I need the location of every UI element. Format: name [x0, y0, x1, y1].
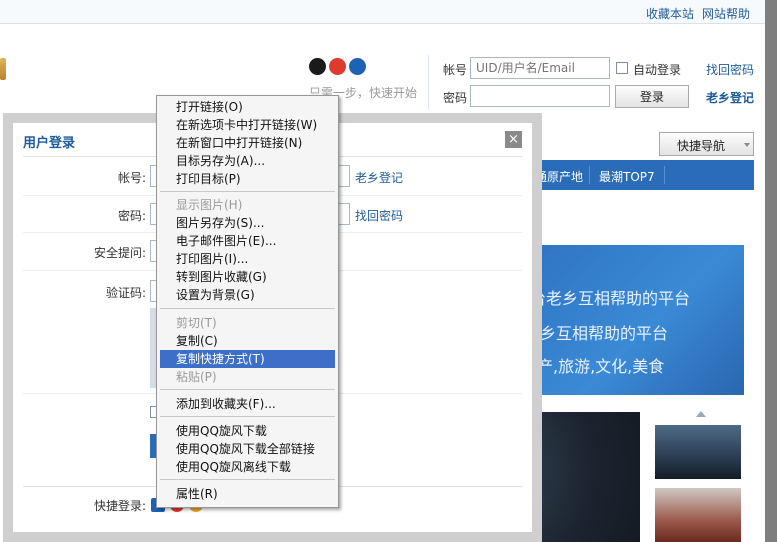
menu-item-qq-download-all[interactable]: 使用QQ旋风下载全部链接	[160, 440, 335, 458]
auto-login-checkbox[interactable]	[616, 62, 628, 74]
header-laoxiang-login-link[interactable]: 老乡登记	[706, 89, 754, 106]
thumbnail-photo[interactable]	[655, 425, 741, 479]
renren-icon[interactable]	[349, 58, 366, 75]
chevron-down-icon	[744, 143, 750, 147]
qq-icon[interactable]	[309, 58, 326, 75]
menu-item-cut: 剪切(T)	[176, 316, 217, 330]
menu-item-copy[interactable]: 复制(C)	[160, 332, 335, 350]
bookmark-site-link[interactable]: 收藏本站	[646, 5, 694, 22]
menu-item-open-link[interactable]: 打开链接(O)	[160, 98, 335, 116]
header-account-label: 帐号	[443, 63, 468, 77]
logo-fragment	[0, 58, 6, 80]
scroll-up-icon[interactable]	[696, 411, 706, 417]
menu-item-set-background[interactable]: 设置为背景(G)	[160, 286, 335, 304]
banner-line-1: 台老乡互相帮助的平台	[530, 289, 691, 308]
menu-item-properties[interactable]: 属性(R)	[160, 485, 335, 503]
menu-item-open-new-window[interactable]: 在新窗口中打开链接(N)	[160, 134, 335, 152]
nav-separator	[664, 166, 665, 184]
weibo-icon[interactable]	[329, 58, 346, 75]
menu-item-print-target[interactable]: 打印目标(P)	[160, 170, 335, 188]
dialog-security-label: 安全提问:	[93, 246, 146, 260]
quick-nav-button[interactable]: 快捷导航	[659, 132, 754, 156]
menu-item-go-to-pictures[interactable]: 转到图片收藏(G)	[160, 268, 335, 286]
menu-separator	[160, 479, 335, 480]
menu-separator	[160, 308, 335, 309]
header-divider	[428, 55, 429, 110]
dialog-captcha-label: 验证码:	[105, 286, 146, 300]
header-password-input[interactable]	[470, 85, 610, 107]
auto-login-label: 自动登录	[633, 63, 682, 77]
header-password-label: 密码	[443, 91, 468, 105]
dialog-laoxiang-login-link[interactable]: 老乡登记	[355, 169, 403, 186]
header-retrieve-password-link[interactable]: 找回密码	[706, 61, 754, 78]
menu-item-email-picture[interactable]: 电子邮件图片(E)...	[160, 232, 335, 250]
menu-item-save-target[interactable]: 目标另存为(A)...	[160, 152, 335, 170]
header-account-input[interactable]	[470, 57, 610, 79]
nav-separator	[589, 166, 590, 184]
close-icon[interactable]: ×	[505, 131, 522, 148]
quick-nav-label: 快捷导航	[677, 139, 726, 153]
window-edge	[765, 0, 777, 542]
quick-login-label: 快捷登录:	[93, 499, 146, 513]
menu-item-print-picture[interactable]: 打印图片(I)...	[160, 250, 335, 268]
header-login-button[interactable]: 登录	[615, 85, 689, 108]
menu-item-show-picture: 显示图片(H)	[176, 198, 243, 212]
menu-separator	[160, 389, 335, 390]
nav-item-top7[interactable]: 最潮TOP7	[599, 168, 655, 185]
menu-separator	[160, 416, 335, 417]
menu-item-save-picture[interactable]: 图片另存为(S)...	[160, 214, 335, 232]
menu-separator	[160, 191, 335, 192]
nav-item-origin[interactable]: 通原产地	[535, 168, 583, 185]
menu-item-open-new-tab[interactable]: 在新选项卡中打开链接(W)	[160, 116, 335, 134]
site-help-link[interactable]: 网站帮助	[702, 5, 750, 22]
banner-line-2: 乡互相帮助的平台	[540, 324, 669, 343]
menu-item-qq-download[interactable]: 使用QQ旋风下载	[160, 422, 335, 440]
dialog-retrieve-password-link[interactable]: 找回密码	[355, 207, 403, 224]
dialog-password-label: 密码:	[117, 209, 146, 223]
banner-line-3: 产,旅游,文化,美食	[537, 357, 665, 376]
menu-item-add-to-favorites[interactable]: 添加到收藏夹(F)...	[160, 395, 335, 413]
dialog-title: 用户登录	[23, 136, 76, 151]
context-menu: 打开链接(O) 在新选项卡中打开链接(W) 在新窗口中打开链接(N) 目标另存为…	[156, 95, 339, 508]
thumbnail-photo[interactable]	[655, 488, 741, 542]
menu-item-copy-shortcut[interactable]: 复制快捷方式(T)	[160, 350, 335, 368]
menu-item-paste: 粘贴(P)	[176, 370, 217, 384]
dialog-account-label: 帐号:	[117, 171, 146, 185]
menu-item-qq-offline-download[interactable]: 使用QQ旋风离线下载	[160, 458, 335, 476]
